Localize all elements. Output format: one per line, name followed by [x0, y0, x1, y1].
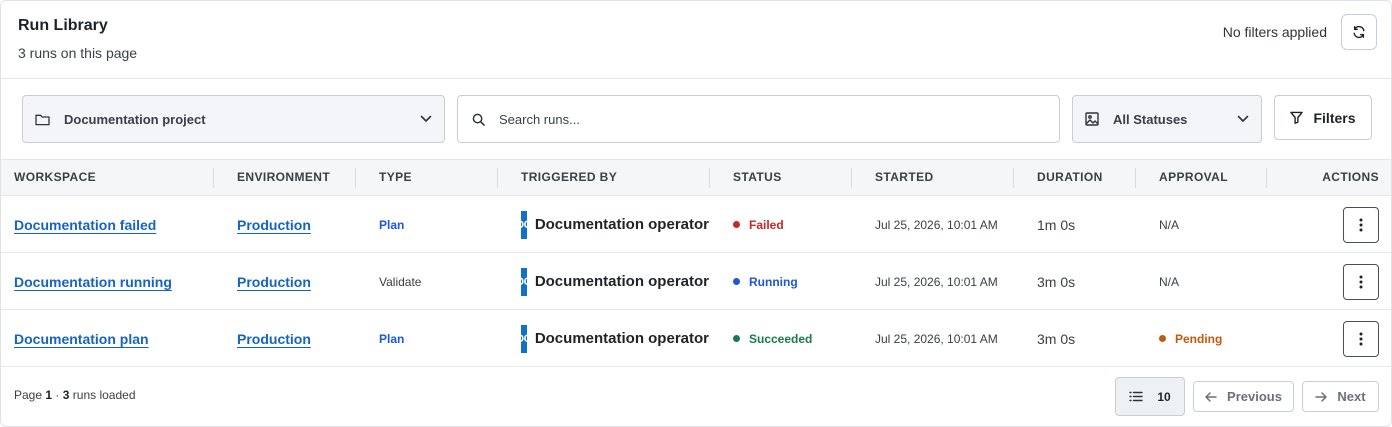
project-select[interactable]: Documentation project [22, 95, 445, 143]
status-select[interactable]: All Statuses [1072, 95, 1262, 143]
approval-status: N/A [1159, 274, 1180, 289]
status-dot [733, 335, 740, 342]
more-vertical-icon [1359, 218, 1363, 231]
page-number: 1 [45, 388, 53, 402]
more-vertical-icon [1359, 332, 1363, 345]
search-input[interactable] [499, 111, 1045, 127]
workspace-link[interactable]: Documentation plan [14, 331, 149, 347]
loaded-label: runs loaded [72, 388, 136, 402]
filter-icon [1290, 111, 1304, 124]
column-divider [851, 168, 852, 188]
run-type: Validate [379, 274, 422, 289]
chevron-down-icon [1237, 115, 1249, 122]
refresh-button[interactable] [1341, 14, 1377, 50]
approval-status: Pending [1175, 331, 1223, 346]
column-header-actions: ACTIONS [1322, 170, 1379, 184]
project-select-label: Documentation project [64, 111, 206, 127]
workspace-link[interactable]: Documentation failed [14, 217, 156, 233]
started-time: Jul 25, 2026, 10:01 AM [875, 217, 998, 232]
started-time: Jul 25, 2026, 10:01 AM [875, 331, 998, 346]
column-header-type[interactable]: TYPE [379, 160, 412, 195]
loaded-count: 3 [62, 388, 70, 402]
column-divider [1266, 168, 1267, 188]
chevron-down-icon [420, 115, 432, 122]
filters-button-label: Filters [1313, 109, 1356, 126]
column-header-started[interactable]: STARTED [875, 160, 934, 195]
status-badge: Running [749, 274, 798, 289]
search-box[interactable] [457, 95, 1060, 143]
page-size-value: 10 [1157, 389, 1171, 404]
more-vertical-icon [1359, 275, 1363, 288]
list-icon [1129, 391, 1144, 402]
avatar: DO [521, 267, 527, 296]
table-header: WORKSPACE ENVIRONMENT TYPE TRIGGERED BY … [1, 159, 1391, 196]
row-actions-button[interactable] [1343, 320, 1379, 357]
status-badge: Failed [749, 217, 784, 232]
page-title: Run Library [18, 17, 108, 34]
column-divider [709, 168, 710, 188]
panel-header: Run Library 3 runs on this page No filte… [1, 1, 1391, 79]
avatar: DO [521, 210, 527, 239]
table-row: Documentation plan Production Plan DO Do… [1, 310, 1391, 367]
status-select-label: All Statuses [1113, 111, 1188, 127]
arrow-left-icon [1205, 391, 1217, 402]
row-actions-button[interactable] [1343, 263, 1379, 300]
column-header-status[interactable]: STATUS [733, 160, 782, 195]
separator: · [55, 388, 60, 402]
column-divider [497, 168, 498, 188]
column-divider [1135, 168, 1136, 188]
search-icon [472, 113, 485, 126]
duration-value: 1m 0s [1037, 216, 1076, 233]
environment-link[interactable]: Production [237, 217, 311, 233]
previous-label: Previous [1227, 389, 1282, 404]
status-dot [733, 278, 740, 285]
environment-link[interactable]: Production [237, 274, 311, 290]
column-header-triggered-by[interactable]: TRIGGERED BY [521, 160, 617, 195]
page-size-select[interactable]: 10 [1115, 377, 1185, 416]
table-row: Documentation failed Production Plan DO … [1, 196, 1391, 253]
page-subtitle: 3 runs on this page [18, 45, 138, 61]
column-divider [355, 168, 356, 188]
page-label: Page [14, 388, 43, 402]
filters-button[interactable]: Filters [1274, 95, 1372, 140]
row-actions-button[interactable] [1343, 206, 1379, 243]
pagination-summary: Page 1 · 3 runs loaded [14, 388, 136, 402]
refresh-icon [1353, 25, 1365, 39]
approval-status: N/A [1159, 217, 1180, 232]
approval-dot [1159, 335, 1166, 342]
duration-value: 3m 0s [1037, 273, 1076, 290]
started-time: Jul 25, 2026, 10:01 AM [875, 274, 998, 289]
filter-state-text: No filters applied [1222, 24, 1327, 40]
column-header-workspace[interactable]: WORKSPACE [14, 160, 96, 195]
column-header-environment[interactable]: ENVIRONMENT [237, 160, 330, 195]
avatar: DO [521, 324, 527, 353]
folder-icon [35, 114, 50, 125]
run-library-panel: Run Library 3 runs on this page No filte… [0, 0, 1392, 427]
environment-link[interactable]: Production [237, 331, 311, 347]
table-row: Documentation running Production Validat… [1, 253, 1391, 310]
previous-page-button[interactable]: Previous [1193, 381, 1294, 412]
triggered-by-name: Documentation operator [534, 273, 709, 290]
column-divider [213, 168, 214, 188]
next-label: Next [1337, 389, 1366, 404]
status-badge: Succeeded [749, 331, 813, 346]
triggered-by-name: Documentation operator [534, 330, 709, 347]
next-page-button[interactable]: Next [1302, 381, 1379, 412]
triggered-by-name: Documentation operator [534, 216, 709, 233]
workspace-link[interactable]: Documentation running [14, 274, 172, 290]
column-divider [1013, 168, 1014, 188]
arrow-right-icon [1315, 391, 1328, 402]
status-dot [733, 221, 740, 228]
column-header-approval[interactable]: APPROVAL [1159, 160, 1228, 195]
run-type: Plan [379, 331, 405, 346]
duration-value: 3m 0s [1037, 330, 1076, 347]
run-type: Plan [379, 217, 405, 232]
column-header-duration[interactable]: DURATION [1037, 160, 1103, 195]
image-icon [1085, 112, 1099, 126]
